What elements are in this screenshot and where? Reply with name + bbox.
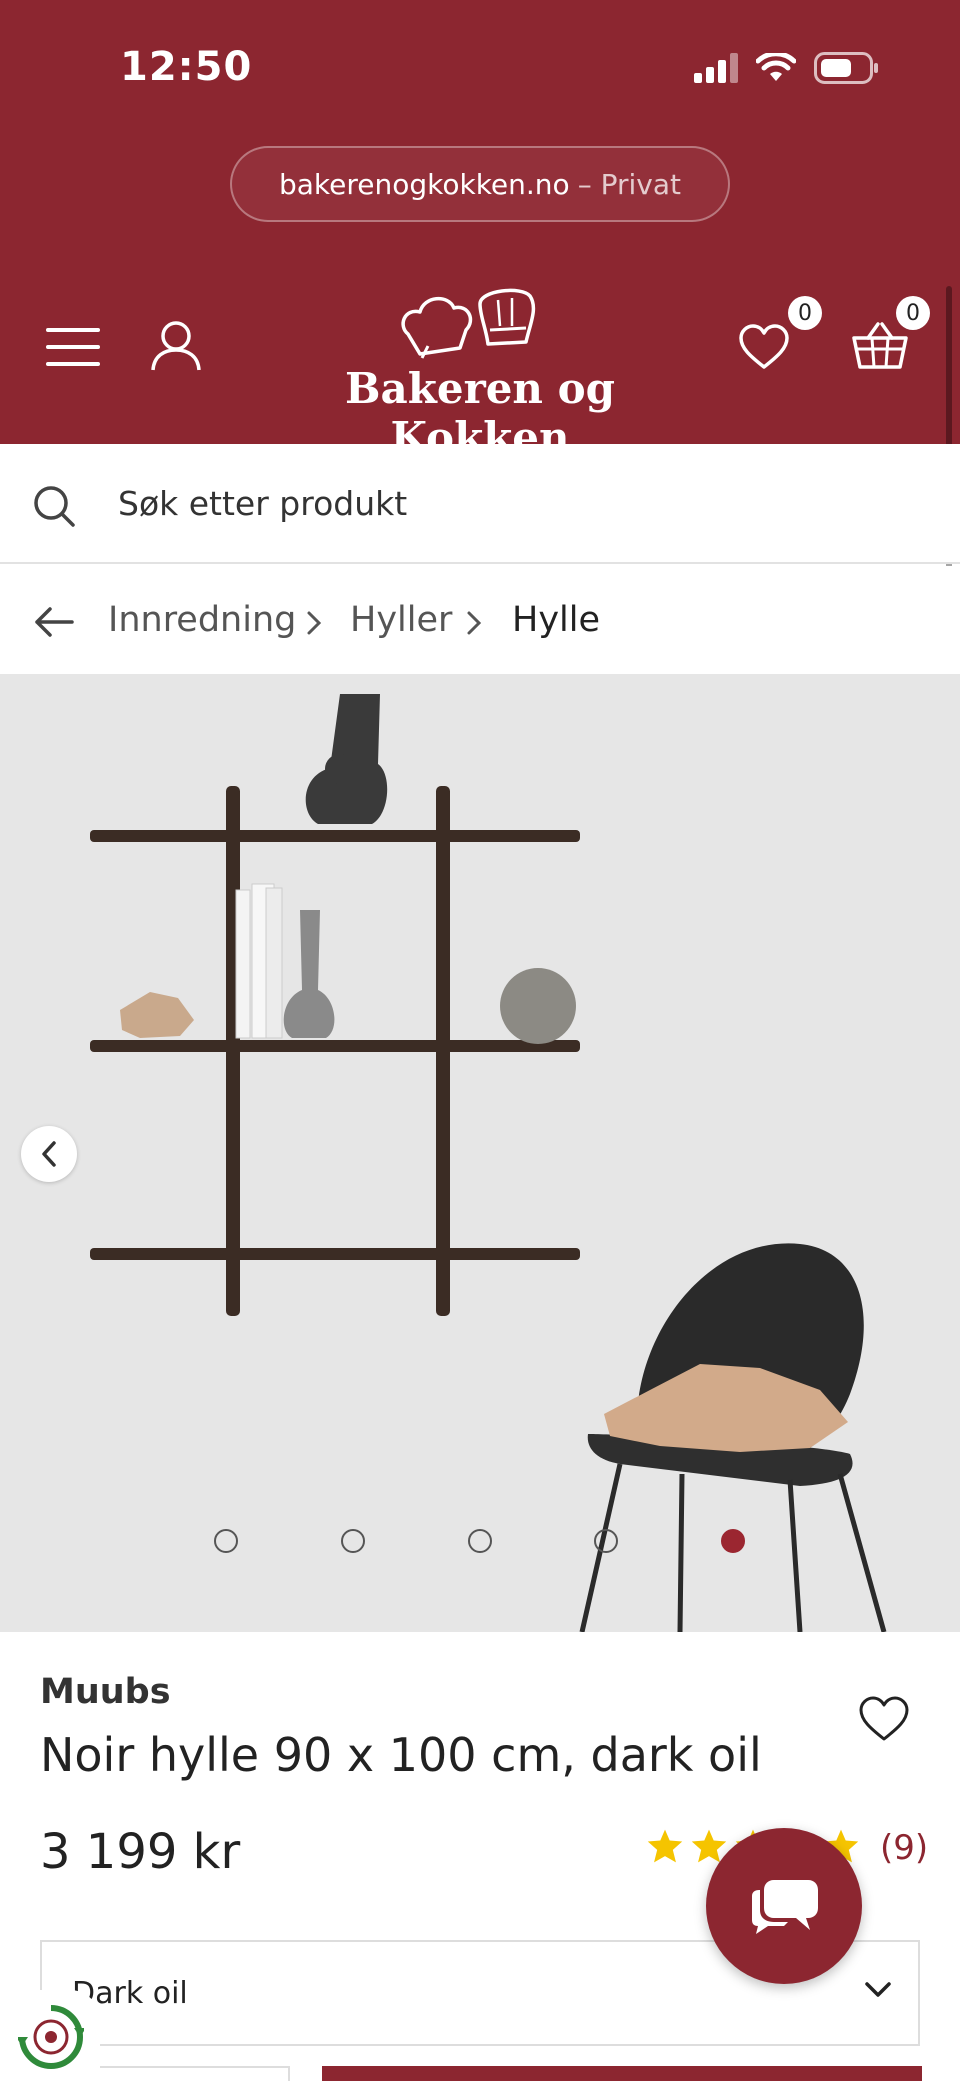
- gallery-dot-4[interactable]: [594, 1529, 618, 1553]
- add-to-cart-button[interactable]: [322, 2066, 922, 2081]
- search-bar[interactable]: Søk etter produkt: [0, 444, 960, 564]
- url-domain: bakerenogkokken.no: [279, 167, 570, 201]
- recycle-icon: [18, 2005, 84, 2069]
- chevron-down-icon: [865, 1982, 891, 1997]
- gallery-dot-5[interactable]: [721, 1529, 745, 1553]
- search-icon: [34, 486, 75, 527]
- gallery-dot-3[interactable]: [468, 1529, 492, 1553]
- user-icon[interactable]: [150, 320, 202, 372]
- product-image[interactable]: [0, 674, 960, 1632]
- site-header: 12:50 bakerenogkokken.no – Privat Bakere…: [0, 0, 960, 462]
- product-brand[interactable]: Muubs: [40, 1672, 171, 1712]
- chevron-right-icon: [307, 611, 322, 635]
- wishlist-count-badge: 0: [788, 296, 822, 330]
- review-count[interactable]: (9): [880, 1828, 928, 1868]
- signal-icon: [694, 53, 738, 83]
- basket-icon[interactable]: [852, 322, 908, 370]
- chevron-left-icon: [42, 1141, 56, 1167]
- chevron-right-icon: [467, 611, 482, 635]
- breadcrumb-item-innredning[interactable]: Innredning: [108, 600, 296, 640]
- sustainability-badge[interactable]: [0, 1990, 100, 2081]
- gallery-dot-1[interactable]: [214, 1529, 238, 1553]
- wishlist-heart-icon[interactable]: [738, 324, 790, 370]
- status-icons: [694, 52, 880, 84]
- breadcrumb-item-hylle: Hylle: [512, 600, 601, 640]
- back-arrow-icon[interactable]: [34, 606, 74, 638]
- page: 12:50 bakerenogkokken.no – Privat Bakere…: [0, 0, 960, 2081]
- site-logo[interactable]: Bakeren og Kokken: [290, 282, 670, 462]
- menu-icon[interactable]: [46, 326, 100, 368]
- battery-icon: [814, 52, 878, 84]
- search-input[interactable]: Søk etter produkt: [118, 484, 407, 523]
- gallery-prev-button[interactable]: [21, 1126, 77, 1182]
- breadcrumb: Innredning Hyller Hylle: [0, 566, 960, 674]
- product-title: Noir hylle 90 x 100 cm, dark oil: [40, 1728, 762, 1782]
- breadcrumb-item-hyller[interactable]: Hyller: [350, 600, 452, 640]
- cart-count-badge: 0: [896, 296, 930, 330]
- chat-bubbles-icon: [752, 1880, 818, 1934]
- gallery-dot-2[interactable]: [341, 1529, 365, 1553]
- wifi-icon: [756, 53, 796, 81]
- chef-hat-icon: [401, 288, 536, 359]
- star-icon: [647, 1829, 683, 1863]
- status-time: 12:50: [120, 44, 253, 90]
- product-photo: [90, 694, 887, 1632]
- url-bar[interactable]: bakerenogkokken.no – Privat: [230, 146, 730, 222]
- product-price: 3 199 kr: [40, 1824, 241, 1880]
- add-to-wishlist-heart-icon[interactable]: [858, 1696, 910, 1742]
- chat-button[interactable]: [706, 1828, 862, 1984]
- private-mode-label: – Privat: [577, 167, 681, 201]
